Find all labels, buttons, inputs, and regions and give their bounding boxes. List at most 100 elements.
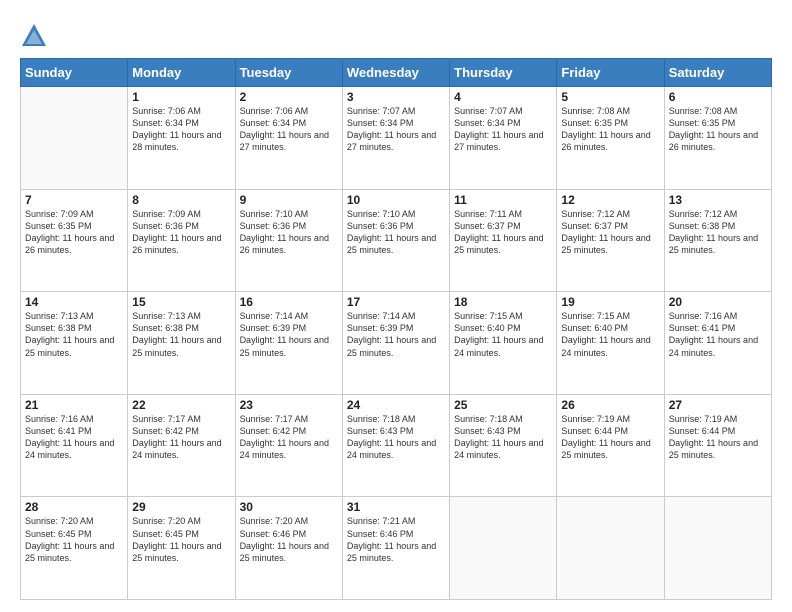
calendar-cell: 16Sunrise: 7:14 AMSunset: 6:39 PMDayligh… xyxy=(235,292,342,395)
calendar-cell: 30Sunrise: 7:20 AMSunset: 6:46 PMDayligh… xyxy=(235,497,342,600)
day-number: 28 xyxy=(25,500,123,514)
day-info: Sunrise: 7:06 AMSunset: 6:34 PMDaylight:… xyxy=(240,105,338,154)
calendar-cell: 28Sunrise: 7:20 AMSunset: 6:45 PMDayligh… xyxy=(21,497,128,600)
calendar-week-row: 14Sunrise: 7:13 AMSunset: 6:38 PMDayligh… xyxy=(21,292,772,395)
day-info: Sunrise: 7:07 AMSunset: 6:34 PMDaylight:… xyxy=(454,105,552,154)
calendar-cell: 5Sunrise: 7:08 AMSunset: 6:35 PMDaylight… xyxy=(557,87,664,190)
calendar-cell: 23Sunrise: 7:17 AMSunset: 6:42 PMDayligh… xyxy=(235,394,342,497)
calendar-cell xyxy=(557,497,664,600)
calendar-cell: 1Sunrise: 7:06 AMSunset: 6:34 PMDaylight… xyxy=(128,87,235,190)
day-info: Sunrise: 7:14 AMSunset: 6:39 PMDaylight:… xyxy=(240,310,338,359)
day-number: 23 xyxy=(240,398,338,412)
day-number: 8 xyxy=(132,193,230,207)
calendar-cell: 20Sunrise: 7:16 AMSunset: 6:41 PMDayligh… xyxy=(664,292,771,395)
day-number: 14 xyxy=(25,295,123,309)
calendar-day-header: Saturday xyxy=(664,59,771,87)
calendar-cell xyxy=(664,497,771,600)
day-info: Sunrise: 7:19 AMSunset: 6:44 PMDaylight:… xyxy=(561,413,659,462)
calendar-cell: 13Sunrise: 7:12 AMSunset: 6:38 PMDayligh… xyxy=(664,189,771,292)
calendar-day-header: Wednesday xyxy=(342,59,449,87)
day-number: 6 xyxy=(669,90,767,104)
calendar-cell: 15Sunrise: 7:13 AMSunset: 6:38 PMDayligh… xyxy=(128,292,235,395)
calendar-cell: 24Sunrise: 7:18 AMSunset: 6:43 PMDayligh… xyxy=(342,394,449,497)
day-number: 30 xyxy=(240,500,338,514)
day-info: Sunrise: 7:12 AMSunset: 6:38 PMDaylight:… xyxy=(669,208,767,257)
calendar-day-header: Tuesday xyxy=(235,59,342,87)
day-number: 2 xyxy=(240,90,338,104)
calendar-cell: 25Sunrise: 7:18 AMSunset: 6:43 PMDayligh… xyxy=(450,394,557,497)
day-number: 10 xyxy=(347,193,445,207)
day-number: 4 xyxy=(454,90,552,104)
calendar-cell: 10Sunrise: 7:10 AMSunset: 6:36 PMDayligh… xyxy=(342,189,449,292)
calendar-cell: 29Sunrise: 7:20 AMSunset: 6:45 PMDayligh… xyxy=(128,497,235,600)
calendar-cell: 9Sunrise: 7:10 AMSunset: 6:36 PMDaylight… xyxy=(235,189,342,292)
day-info: Sunrise: 7:09 AMSunset: 6:35 PMDaylight:… xyxy=(25,208,123,257)
day-info: Sunrise: 7:08 AMSunset: 6:35 PMDaylight:… xyxy=(561,105,659,154)
calendar-cell: 7Sunrise: 7:09 AMSunset: 6:35 PMDaylight… xyxy=(21,189,128,292)
day-info: Sunrise: 7:17 AMSunset: 6:42 PMDaylight:… xyxy=(240,413,338,462)
page: SundayMondayTuesdayWednesdayThursdayFrid… xyxy=(0,0,792,612)
day-info: Sunrise: 7:09 AMSunset: 6:36 PMDaylight:… xyxy=(132,208,230,257)
day-info: Sunrise: 7:15 AMSunset: 6:40 PMDaylight:… xyxy=(454,310,552,359)
day-info: Sunrise: 7:20 AMSunset: 6:45 PMDaylight:… xyxy=(25,515,123,564)
day-number: 17 xyxy=(347,295,445,309)
day-info: Sunrise: 7:20 AMSunset: 6:46 PMDaylight:… xyxy=(240,515,338,564)
calendar-cell: 18Sunrise: 7:15 AMSunset: 6:40 PMDayligh… xyxy=(450,292,557,395)
day-number: 19 xyxy=(561,295,659,309)
calendar-day-header: Friday xyxy=(557,59,664,87)
logo-icon xyxy=(20,22,48,50)
calendar-cell: 27Sunrise: 7:19 AMSunset: 6:44 PMDayligh… xyxy=(664,394,771,497)
day-info: Sunrise: 7:14 AMSunset: 6:39 PMDaylight:… xyxy=(347,310,445,359)
day-number: 5 xyxy=(561,90,659,104)
day-info: Sunrise: 7:18 AMSunset: 6:43 PMDaylight:… xyxy=(347,413,445,462)
day-number: 31 xyxy=(347,500,445,514)
calendar-cell xyxy=(21,87,128,190)
logo xyxy=(20,22,52,50)
day-info: Sunrise: 7:10 AMSunset: 6:36 PMDaylight:… xyxy=(347,208,445,257)
day-info: Sunrise: 7:12 AMSunset: 6:37 PMDaylight:… xyxy=(561,208,659,257)
day-number: 15 xyxy=(132,295,230,309)
calendar-cell: 19Sunrise: 7:15 AMSunset: 6:40 PMDayligh… xyxy=(557,292,664,395)
calendar-cell: 17Sunrise: 7:14 AMSunset: 6:39 PMDayligh… xyxy=(342,292,449,395)
calendar-cell: 4Sunrise: 7:07 AMSunset: 6:34 PMDaylight… xyxy=(450,87,557,190)
day-number: 16 xyxy=(240,295,338,309)
calendar-cell: 8Sunrise: 7:09 AMSunset: 6:36 PMDaylight… xyxy=(128,189,235,292)
day-number: 3 xyxy=(347,90,445,104)
calendar-week-row: 1Sunrise: 7:06 AMSunset: 6:34 PMDaylight… xyxy=(21,87,772,190)
calendar-cell: 26Sunrise: 7:19 AMSunset: 6:44 PMDayligh… xyxy=(557,394,664,497)
calendar-cell: 2Sunrise: 7:06 AMSunset: 6:34 PMDaylight… xyxy=(235,87,342,190)
calendar-cell: 12Sunrise: 7:12 AMSunset: 6:37 PMDayligh… xyxy=(557,189,664,292)
day-info: Sunrise: 7:19 AMSunset: 6:44 PMDaylight:… xyxy=(669,413,767,462)
day-info: Sunrise: 7:06 AMSunset: 6:34 PMDaylight:… xyxy=(132,105,230,154)
day-number: 13 xyxy=(669,193,767,207)
day-info: Sunrise: 7:13 AMSunset: 6:38 PMDaylight:… xyxy=(25,310,123,359)
day-number: 20 xyxy=(669,295,767,309)
calendar-cell: 3Sunrise: 7:07 AMSunset: 6:34 PMDaylight… xyxy=(342,87,449,190)
day-number: 9 xyxy=(240,193,338,207)
day-number: 26 xyxy=(561,398,659,412)
day-number: 12 xyxy=(561,193,659,207)
day-number: 29 xyxy=(132,500,230,514)
calendar-week-row: 21Sunrise: 7:16 AMSunset: 6:41 PMDayligh… xyxy=(21,394,772,497)
day-number: 11 xyxy=(454,193,552,207)
day-info: Sunrise: 7:13 AMSunset: 6:38 PMDaylight:… xyxy=(132,310,230,359)
calendar-cell xyxy=(450,497,557,600)
day-info: Sunrise: 7:15 AMSunset: 6:40 PMDaylight:… xyxy=(561,310,659,359)
calendar-day-header: Monday xyxy=(128,59,235,87)
day-number: 25 xyxy=(454,398,552,412)
calendar-cell: 11Sunrise: 7:11 AMSunset: 6:37 PMDayligh… xyxy=(450,189,557,292)
day-info: Sunrise: 7:18 AMSunset: 6:43 PMDaylight:… xyxy=(454,413,552,462)
day-number: 7 xyxy=(25,193,123,207)
day-info: Sunrise: 7:08 AMSunset: 6:35 PMDaylight:… xyxy=(669,105,767,154)
calendar-cell: 6Sunrise: 7:08 AMSunset: 6:35 PMDaylight… xyxy=(664,87,771,190)
calendar-cell: 31Sunrise: 7:21 AMSunset: 6:46 PMDayligh… xyxy=(342,497,449,600)
day-info: Sunrise: 7:20 AMSunset: 6:45 PMDaylight:… xyxy=(132,515,230,564)
calendar-cell: 22Sunrise: 7:17 AMSunset: 6:42 PMDayligh… xyxy=(128,394,235,497)
day-number: 18 xyxy=(454,295,552,309)
calendar-day-header: Sunday xyxy=(21,59,128,87)
header xyxy=(20,18,772,50)
calendar-cell: 21Sunrise: 7:16 AMSunset: 6:41 PMDayligh… xyxy=(21,394,128,497)
day-info: Sunrise: 7:16 AMSunset: 6:41 PMDaylight:… xyxy=(669,310,767,359)
day-info: Sunrise: 7:07 AMSunset: 6:34 PMDaylight:… xyxy=(347,105,445,154)
day-info: Sunrise: 7:17 AMSunset: 6:42 PMDaylight:… xyxy=(132,413,230,462)
